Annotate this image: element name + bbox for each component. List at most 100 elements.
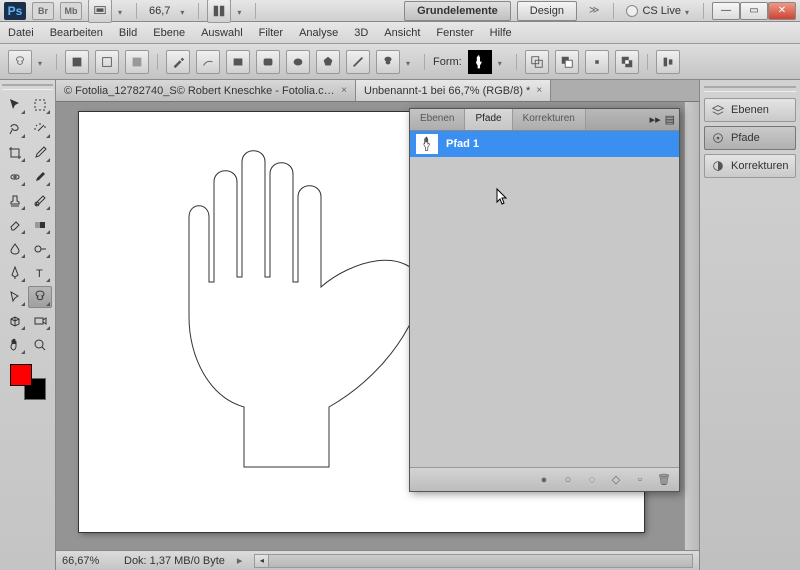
history-brush-tool[interactable] [28,190,52,212]
panel-body[interactable]: Pfad 1 [410,131,679,467]
workspace-grundelemente[interactable]: Grundelemente [404,1,511,21]
bridge-badge[interactable]: Br [32,2,54,20]
pathop-subtract-icon[interactable] [555,50,579,74]
selection-from-path-icon[interactable]: ◌ [585,473,599,487]
type-tool[interactable]: T [28,262,52,284]
arrange-icon[interactable] [207,0,231,23]
menu-bearbeiten[interactable]: Bearbeiten [50,27,103,39]
eyedropper-tool[interactable] [28,142,52,164]
fill-pixels-icon[interactable] [125,50,149,74]
3d-camera-tool[interactable] [28,310,52,332]
path-select-tool[interactable] [3,286,27,308]
ellipse-icon[interactable] [286,50,310,74]
vertical-scrollbar[interactable] [684,102,699,550]
rectangle-icon[interactable] [226,50,250,74]
collapse-icon[interactable]: ▸▸ [650,113,661,126]
scroll-left-icon[interactable]: ◂ [255,555,269,567]
path-thumbnail[interactable] [416,134,438,154]
marquee-tool[interactable] [28,94,52,116]
eraser-tool[interactable] [3,214,27,236]
cslive-button[interactable]: CS Live [626,5,695,17]
magic-wand-tool[interactable] [28,118,52,140]
paths-panel[interactable]: Ebenen Pfade Korrekturen ▸▸▤ Pfad 1 ● ○ … [409,108,680,492]
workspace-design[interactable]: Design [517,1,577,21]
dodge-tool[interactable] [28,238,52,260]
menu-auswahl[interactable]: Auswahl [201,27,243,39]
menu-fenster[interactable]: Fenster [436,27,473,39]
path-item-pfad1[interactable]: Pfad 1 [410,131,679,157]
rounded-rect-icon[interactable] [256,50,280,74]
chevron-right-icon[interactable]: ▸ [237,554,243,567]
maximize-button[interactable]: ▭ [740,2,768,20]
blur-tool[interactable] [3,238,27,260]
foreground-color[interactable] [10,364,32,386]
dropdown-icon[interactable] [118,6,128,16]
close-button[interactable]: ✕ [768,2,796,20]
stamp-tool[interactable] [3,190,27,212]
menu-ebene[interactable]: Ebene [153,27,185,39]
minibridge-badge[interactable]: Mb [60,2,82,20]
dropdown-icon[interactable] [406,57,416,67]
healing-tool[interactable] [3,166,27,188]
tab-unbenannt[interactable]: Unbenannt-1 bei 66,7% (RGB/8) *× [356,80,551,101]
color-swatches[interactable] [10,364,46,400]
menu-datei[interactable]: Datei [8,27,34,39]
freeform-pen-icon[interactable] [196,50,220,74]
close-icon[interactable]: × [341,85,347,96]
menu-bild[interactable]: Bild [119,27,137,39]
align-icon[interactable] [656,50,680,74]
polygon-icon[interactable] [316,50,340,74]
dropdown-icon[interactable] [498,57,508,67]
stroke-path-icon[interactable]: ○ [561,473,575,487]
dock-ebenen[interactable]: Ebenen [704,98,796,122]
brush-tool[interactable] [28,166,52,188]
dock-korrekturen[interactable]: Korrekturen [704,154,796,178]
panel-tab-ebenen[interactable]: Ebenen [410,109,465,130]
custom-shape-tool[interactable] [28,286,52,308]
panel-tab-pfade[interactable]: Pfade [465,109,512,130]
hand-tool[interactable] [3,334,27,356]
line-icon[interactable] [346,50,370,74]
pen-icon[interactable] [166,50,190,74]
menu-ansicht[interactable]: Ansicht [384,27,420,39]
panel-menu-icon[interactable]: ▤ [665,113,675,126]
dock-pfade[interactable]: Pfade [704,126,796,150]
path-name[interactable]: Pfad 1 [446,138,479,150]
menu-3d[interactable]: 3D [354,27,368,39]
shape-layers-icon[interactable] [65,50,89,74]
fill-path-icon[interactable]: ● [537,473,551,487]
zoom-value[interactable]: 66,7 [145,5,174,17]
panel-tab-korrekturen[interactable]: Korrekturen [513,109,586,130]
tool-preset-icon[interactable] [8,50,32,74]
move-tool[interactable] [3,94,27,116]
pathop-exclude-icon[interactable] [615,50,639,74]
pathop-intersect-icon[interactable] [585,50,609,74]
pathop-combine-icon[interactable] [525,50,549,74]
minimize-button[interactable]: — [712,2,740,20]
dropdown-icon[interactable] [237,6,247,16]
dropdown-icon[interactable] [180,6,190,16]
app-icon[interactable]: Ps [4,2,26,20]
dropdown-icon[interactable] [38,57,48,67]
horizontal-scrollbar[interactable]: ◂ [254,554,693,568]
make-workpath-icon[interactable]: ◇ [609,473,623,487]
shape-preview-hand[interactable] [468,50,492,74]
3d-tool[interactable] [3,310,27,332]
new-path-icon[interactable]: ▫ [633,473,647,487]
custom-shape-icon[interactable] [376,50,400,74]
delete-path-icon[interactable]: 🗑 [657,473,671,487]
tab-fotolia[interactable]: © Fotolia_12782740_S© Robert Kneschke - … [56,80,356,101]
chevron-right-icon[interactable]: ≫ [583,5,605,16]
screen-mode-icon[interactable] [88,0,112,23]
status-zoom[interactable]: 66,67% [62,555,112,567]
zoom-tool[interactable] [28,334,52,356]
close-icon[interactable]: × [536,85,542,96]
menu-analyse[interactable]: Analyse [299,27,338,39]
gradient-tool[interactable] [28,214,52,236]
menu-hilfe[interactable]: Hilfe [490,27,512,39]
paths-icon[interactable] [95,50,119,74]
pen-tool[interactable] [3,262,27,284]
lasso-tool[interactable] [3,118,27,140]
menu-filter[interactable]: Filter [259,27,283,39]
crop-tool[interactable] [3,142,27,164]
